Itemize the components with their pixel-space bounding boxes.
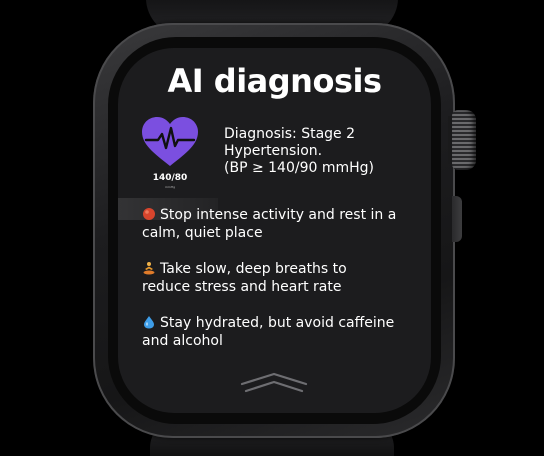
watch-screen: AI diagnosis 140/80 mmHg Diagnosis: Stag…: [118, 48, 431, 413]
advice-item: Take slow, deep breaths to reduce stress…: [142, 260, 422, 296]
advice-2-line-1: Take slow, deep breaths to: [160, 261, 347, 277]
meditation-icon: [143, 262, 155, 275]
bp-unit: mmHg: [164, 185, 175, 189]
heart-ecg-icon: [140, 116, 200, 168]
bp-reading: 140/80: [152, 173, 188, 183]
diagnosis-text: Diagnosis: Stage 2 Hypertension. (BP ≥ 1…: [224, 126, 424, 177]
advice-3-line-1: Stay hydrated, but avoid caffeine: [160, 315, 395, 331]
diagnosis-line-3: (BP ≥ 140/90 mmHg): [224, 160, 374, 176]
side-button[interactable]: [452, 196, 462, 242]
chevron-up-icon[interactable]: [236, 372, 312, 394]
advice-3-line-2: and alcohol: [142, 333, 223, 349]
advice-1-line-2: calm, quiet place: [142, 225, 263, 241]
advice-item: Stop intense activity and rest in a calm…: [142, 206, 422, 242]
page-title: AI diagnosis: [167, 62, 382, 100]
diagnosis-line-1: Diagnosis: Stage 2: [224, 126, 356, 142]
watch-mockup: AI diagnosis 140/80 mmHg Diagnosis: Stag…: [0, 0, 544, 456]
water-drop-icon: [144, 316, 154, 329]
advice-1-line-1: Stop intense activity and rest in a: [160, 207, 397, 223]
red-circle-icon: [143, 208, 155, 220]
digital-crown[interactable]: [452, 110, 476, 170]
diagnosis-line-2: Hypertension.: [224, 143, 323, 159]
advice-2-line-2: reduce stress and heart rate: [142, 279, 342, 295]
advice-item: Stay hydrated, but avoid caffeine and al…: [142, 314, 422, 350]
